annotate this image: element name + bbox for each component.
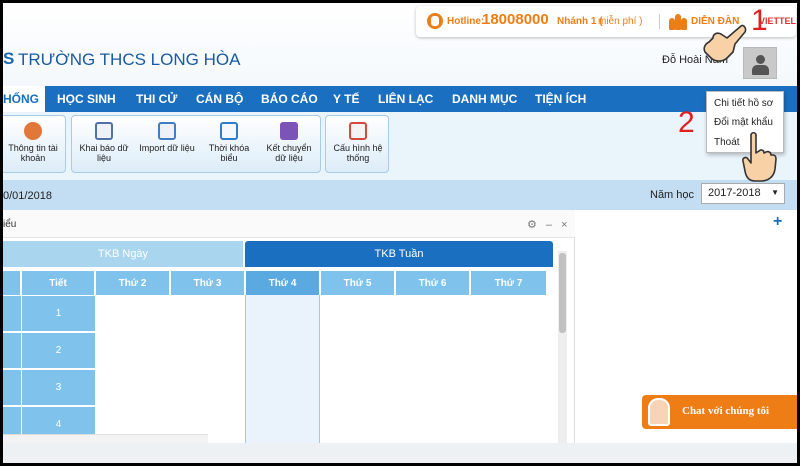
scrollbar-thumb[interactable] — [559, 253, 566, 333]
current-date: 0/01/2018 — [3, 190, 52, 202]
system-config-button[interactable]: Cấu hình hệ thống — [326, 116, 390, 174]
school-name[interactable]: TRƯỜNG THCS LONG HÒA — [18, 50, 240, 70]
menu-item-change-password[interactable]: Đổi mật khẩu — [714, 117, 773, 128]
document-edit-icon — [95, 122, 113, 140]
hotline-branch: Nhánh 1 ( — [557, 16, 603, 27]
nav-item-bao-cao[interactable]: BÁO CÁO — [261, 92, 318, 106]
hotline-free: miễn phí ) — [598, 16, 643, 27]
pointer-hand-icon — [742, 131, 777, 182]
nav-item-tien-ich[interactable]: TIỆN ÍCH — [535, 92, 586, 106]
selected-column — [245, 295, 320, 463]
step-number-2: 2 — [678, 106, 695, 139]
calendar-icon — [220, 122, 238, 140]
add-widget-button[interactable]: + — [773, 213, 782, 231]
system-config-label: Cấu hình hệ — [333, 143, 383, 153]
hotline-label: Hotline: — [447, 16, 485, 27]
account-info-button[interactable]: Thông tin tài khoản — [3, 116, 64, 174]
toolbar-group-account: Thông tin tài khoản — [3, 115, 66, 173]
panel-title: iểu — [3, 219, 17, 230]
column-header-wed: Thứ 4 — [246, 271, 320, 295]
declare-data-label: Khai báo dữ — [79, 143, 129, 153]
school-year-label: Năm học — [650, 189, 695, 201]
panel-header: iểu ⚙ – × — [3, 210, 575, 238]
timetable-label-2: biểu — [220, 153, 238, 163]
toolbar-group-data: Khai báo dữ liệu Import dữ liệu Thời khó… — [71, 115, 321, 173]
pointer-hand-icon — [703, 24, 747, 62]
header: S TRƯỜNG THCS LONG HÒA Hotline: 18008000… — [3, 3, 797, 89]
vertical-scrollbar[interactable] — [558, 251, 567, 462]
avatar-button[interactable] — [743, 47, 777, 79]
nav-item-y-te[interactable]: Y TẾ — [333, 92, 359, 106]
timetable-label: Thời khóa — [208, 143, 250, 153]
row-side — [3, 370, 21, 406]
panel-controls[interactable]: ⚙ – × — [527, 218, 571, 231]
app-window: S TRƯỜNG THCS LONG HÒA Hotline: 18008000… — [3, 3, 797, 463]
column-header-blank — [3, 271, 21, 295]
phone-icon — [427, 13, 443, 29]
column-header-thu: Thứ 5 — [321, 271, 395, 295]
declare-data-label-2: liệu — [96, 153, 111, 163]
column-header-mon: Thứ 2 — [96, 271, 170, 295]
status-bar — [3, 443, 797, 463]
step-number-1: 1 — [751, 4, 768, 37]
avatar-icon-body — [752, 65, 769, 75]
import-data-label: Import dữ liệu — [139, 143, 195, 153]
nav-item-danh-muc[interactable]: DANH MỤC — [452, 92, 517, 106]
hotline-number: 18008000 — [482, 11, 549, 28]
chat-button[interactable]: Chat với chúng tôi — [642, 395, 797, 429]
chat-label: Chat với chúng tôi — [682, 405, 770, 417]
nav-item-can-bo[interactable]: CÁN BỘ — [196, 92, 243, 106]
logo-fragment: S — [3, 49, 15, 68]
account-info-label-2: khoản — [20, 153, 46, 163]
period-cell: 2 — [22, 333, 95, 369]
column-header-period: Tiết — [22, 271, 95, 295]
transfer-icon — [280, 122, 298, 140]
tab-day-timetable[interactable]: TKB Ngày — [3, 241, 243, 267]
nav-item-lien-lac[interactable]: LIÊN LẠC — [378, 92, 433, 106]
forum-icon[interactable] — [669, 12, 687, 30]
toolbar-group-config: Cấu hình hệ thống — [325, 115, 389, 173]
school-year-value: 2017-2018 — [708, 187, 761, 199]
school-year-select[interactable]: 2017-2018 ▼ — [701, 183, 785, 204]
import-icon — [158, 122, 176, 140]
column-header-tue: Thứ 3 — [171, 271, 245, 295]
system-config-label-2: thống — [346, 153, 370, 163]
column-header-sat: Thứ 7 — [471, 271, 547, 295]
nav-item-hoc-sinh[interactable]: HỌC SINH — [57, 92, 116, 106]
tab-week-timetable[interactable]: TKB Tuần — [245, 241, 553, 267]
account-info-label: Thông tin tài — [8, 143, 58, 153]
date-bar: 0/01/2018 Năm học 2017-2018 ▼ — [3, 180, 797, 210]
import-data-button[interactable]: Import dữ liệu — [134, 116, 200, 174]
period-cell: 1 — [22, 296, 95, 332]
timetable-button[interactable]: Thời khóa biểu — [200, 116, 258, 174]
user-group-icon — [24, 122, 42, 140]
divider — [659, 14, 660, 29]
menu-item-profile[interactable]: Chi tiết hồ sơ — [714, 98, 773, 109]
transfer-data-label-2: dữ liệu — [275, 153, 303, 163]
row-side — [3, 296, 21, 332]
menu-item-logout[interactable]: Thoát — [714, 137, 740, 148]
nav-item-thi-cu[interactable]: THI CỬ — [136, 92, 177, 106]
config-icon — [349, 122, 367, 140]
avatar-icon — [756, 55, 765, 64]
nav-item-he-thong[interactable]: HỐNG — [3, 86, 45, 112]
transfer-data-button[interactable]: Kết chuyển dữ liệu — [258, 116, 320, 174]
transfer-data-label: Kết chuyển — [266, 143, 312, 153]
timetable-panel: iểu ⚙ – × TKB Ngày TKB Tuần Tiết Thứ 2 T… — [3, 210, 575, 463]
row-side — [3, 333, 21, 369]
column-header-fri: Thứ 6 — [396, 271, 470, 295]
chevron-down-icon: ▼ — [771, 188, 779, 197]
support-agent-icon — [648, 398, 670, 426]
period-cell: 3 — [22, 370, 95, 406]
declare-data-button[interactable]: Khai báo dữ liệu — [72, 116, 136, 174]
